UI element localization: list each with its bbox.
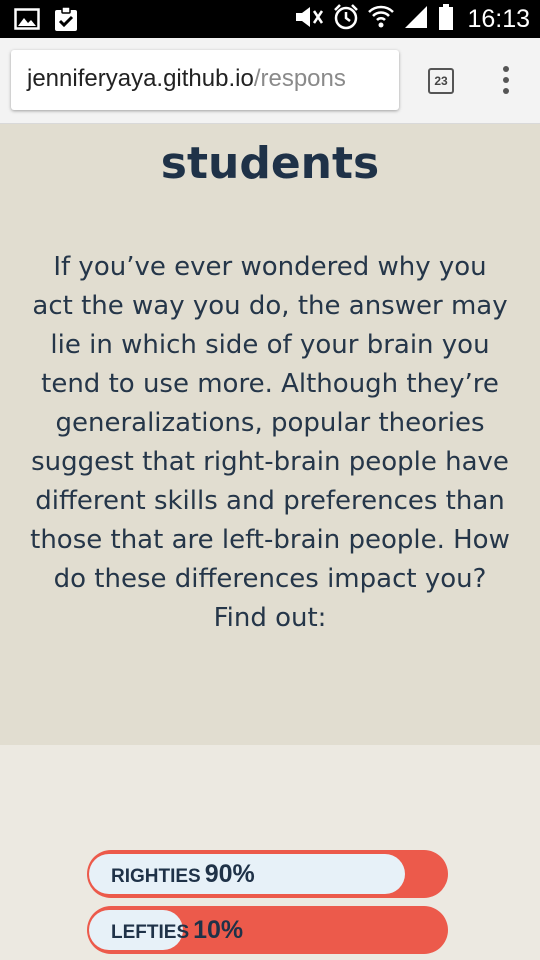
- tab-switcher-button[interactable]: 23: [428, 68, 454, 94]
- battery-icon: [438, 3, 454, 35]
- image-icon: [14, 7, 40, 35]
- clipboard-check-icon: [54, 6, 78, 36]
- lefties-bar: LEFTIES 10%: [87, 906, 448, 954]
- url-text: jenniferyaya.github.io/respons: [27, 65, 346, 93]
- lefties-percent: 10%: [193, 916, 244, 944]
- lefties-name: LEFTIES: [111, 922, 190, 943]
- righties-bar: RIGHTIES 90%: [87, 850, 448, 898]
- hero-title: students: [160, 138, 380, 189]
- url-field[interactable]: jenniferyaya.github.io/respons: [11, 50, 399, 110]
- browser-toolbar: jenniferyaya.github.io/respons 23: [0, 38, 540, 124]
- mute-icon: [294, 5, 324, 33]
- alarm-icon: [333, 4, 359, 34]
- status-bar: 16:13: [0, 0, 540, 38]
- righties-name: RIGHTIES: [111, 866, 201, 887]
- righties-percent: 90%: [204, 860, 255, 888]
- status-time: 16:13: [467, 4, 530, 33]
- lefties-bar-label: LEFTIES 10%: [111, 906, 243, 954]
- url-path: /respons: [253, 65, 346, 92]
- url-host: jenniferyaya.github.io: [27, 65, 254, 92]
- wifi-icon: [368, 4, 395, 34]
- righties-bar-label: RIGHTIES 90%: [111, 850, 255, 898]
- overflow-menu-icon[interactable]: [495, 66, 517, 96]
- hero-intro-text: If you’ve ever wondered why you act the …: [30, 252, 510, 633]
- signal-icon: [403, 4, 429, 34]
- hero-section: g students If you’ve ever wondered why y…: [0, 124, 540, 745]
